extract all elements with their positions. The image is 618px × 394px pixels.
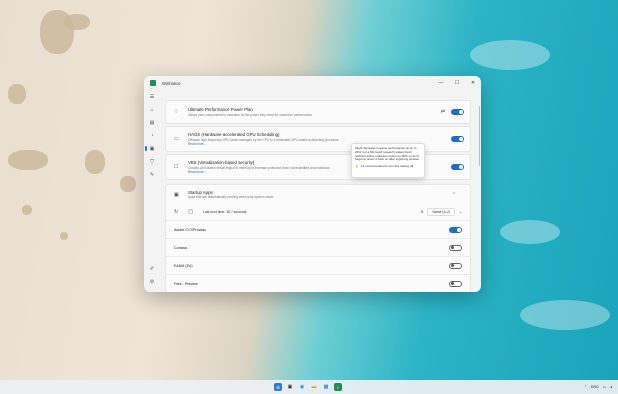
taskbar: ⊞ ▣ ◉ ▬ ▦ ▪ ⌃ ENG ▭ ◂ (0, 380, 618, 394)
network-icon[interactable]: ▭ (603, 385, 606, 389)
scrollbar[interactable] (478, 106, 480, 166)
power-settings-card: ♡ Ultimate Performance Power Plan Allows… (165, 100, 471, 124)
main-content: ♡ Ultimate Performance Power Plan Allows… (161, 90, 475, 292)
vbs-checkbox-icon: ☐ (174, 164, 179, 170)
file-explorer-icon[interactable]: ▬ (310, 383, 318, 391)
lightbulb-icon: 💡 (355, 164, 359, 169)
app-toggle[interactable] (449, 280, 462, 287)
software-icon[interactable]: ▤ (144, 116, 160, 129)
task-view-icon[interactable]: ▣ (286, 383, 294, 391)
vbs-toggle[interactable] (451, 164, 464, 170)
taskbar-apps: ⊞ ▣ ◉ ▬ ▦ ▪ (274, 383, 342, 391)
recommendation-text: It's recommended to turn this setting of… (360, 164, 414, 169)
app-logo-icon (150, 80, 156, 86)
tooltip-text: Might decrease in-game performance by up… (355, 146, 421, 162)
app-name: Cortana (174, 245, 187, 250)
app-name: Adobe CCXProcess (174, 227, 206, 232)
power-options-icon[interactable]: ⇄ (441, 109, 445, 115)
vbs-tooltip: Might decrease in-game performance by up… (351, 143, 425, 178)
startup-app-row: EADM (EA) (166, 256, 470, 274)
winhance-taskbar-icon[interactable]: ▪ (334, 383, 342, 391)
startup-icon: ▣ (174, 191, 179, 198)
startup-apps-card: ▣ Startup Apps Apps that are automatical… (165, 184, 471, 292)
system-tray: ⌃ ENG ▭ ◂ (584, 385, 612, 389)
startup-app-row: Cortana (166, 238, 470, 256)
hags-card: ▭ HAGS (Hardware-accelerated GPU Schedul… (165, 126, 471, 152)
sort-icon[interactable]: ⇅ (421, 210, 424, 214)
settings-icon[interactable]: ⚙ (144, 275, 160, 288)
startup-description: Apps that are automatically running when… (188, 195, 274, 200)
window-title: Winhance (162, 80, 181, 86)
setting-row-power-plan: ♡ Ultimate Performance Power Plan Allows… (166, 101, 470, 123)
app-name: Files - Preview (174, 281, 198, 286)
close-button[interactable]: ✕ (465, 76, 481, 90)
maximize-button[interactable]: ☐ (449, 76, 465, 90)
app-name: EADM (EA) (174, 263, 193, 268)
title-bar: Winhance — ☐ ✕ (144, 76, 481, 90)
chevron-up-icon[interactable]: ⌃ (584, 385, 587, 389)
edge-icon[interactable]: ◉ (298, 383, 306, 391)
startup-app-row: Adobe CCXProcess (166, 220, 470, 238)
volume-icon[interactable]: ◂ (610, 385, 612, 389)
brush-icon[interactable]: ✐ (144, 262, 160, 275)
menu-icon[interactable]: ☰ (144, 90, 160, 103)
optimize-icon[interactable]: ◔ (144, 129, 160, 142)
power-plan-icon: ♡ (174, 109, 179, 115)
vbs-card: ☐ VBS (Virtualization-based security) Cr… (165, 154, 471, 180)
gpu-icon: ▭ (174, 136, 179, 142)
chevron-up-icon[interactable]: ⌃ (452, 192, 456, 198)
app-toggle[interactable] (449, 244, 462, 251)
task-manager-icon[interactable]: ▢ (188, 209, 193, 215)
app-window: Winhance — ☐ ✕ ☰ ⌂ ▤ ◔ ▣ ⛉ ✎ ✐ ⚙ ♡ Ultim… (144, 76, 481, 292)
language-indicator[interactable]: ENG (591, 385, 599, 389)
sort-dropdown[interactable]: Name (A-Z) (427, 208, 456, 216)
edit-icon[interactable]: ✎ (144, 168, 160, 181)
minimize-button[interactable]: — (433, 76, 449, 90)
app-toggle[interactable] (449, 262, 462, 269)
about-icon[interactable]: ⛉ (144, 155, 160, 168)
startup-apps-header[interactable]: ▣ Startup Apps Apps that are automatical… (166, 185, 470, 204)
tooltip-recommendation: 💡 It's recommended to turn this setting … (355, 164, 421, 168)
startup-app-row: Files - Preview (166, 274, 470, 292)
customize-icon[interactable]: ▣ (144, 142, 160, 155)
windows-start-icon[interactable]: ⊞ (274, 383, 282, 391)
chevron-down-icon[interactable]: ⌄ (459, 210, 462, 214)
power-plan-toggle[interactable] (451, 109, 464, 115)
startup-toolbar: ↻ ▢ Last boot time: 18.7 seconds ⇅ Name … (166, 204, 470, 220)
hags-toggle[interactable] (451, 136, 464, 142)
last-boot-time: Last boot time: 18.7 seconds (202, 210, 247, 214)
refresh-icon[interactable]: ↻ (174, 209, 178, 215)
sidebar: ☰ ⌂ ▤ ◔ ▣ ⛉ ✎ ✐ ⚙ (144, 90, 160, 292)
setting-description: Allows your components to consume all th… (188, 112, 312, 117)
home-icon[interactable]: ⌂ (144, 103, 160, 116)
store-icon[interactable]: ▦ (322, 383, 330, 391)
app-toggle[interactable] (449, 226, 462, 233)
